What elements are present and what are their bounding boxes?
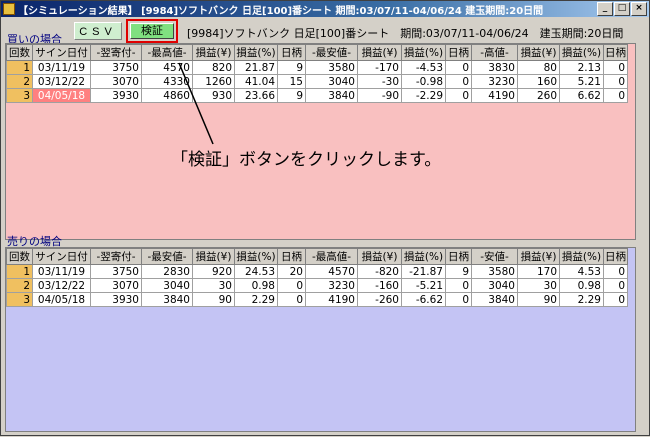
instruction-callout: 「検証」ボタンをクリックします。: [171, 150, 442, 170]
callout-pointer-line: [178, 62, 214, 145]
app-window: 【シミュレーション結果】 [9984]ソフトバンク 日足[100]番シート 期間…: [0, 0, 650, 436]
